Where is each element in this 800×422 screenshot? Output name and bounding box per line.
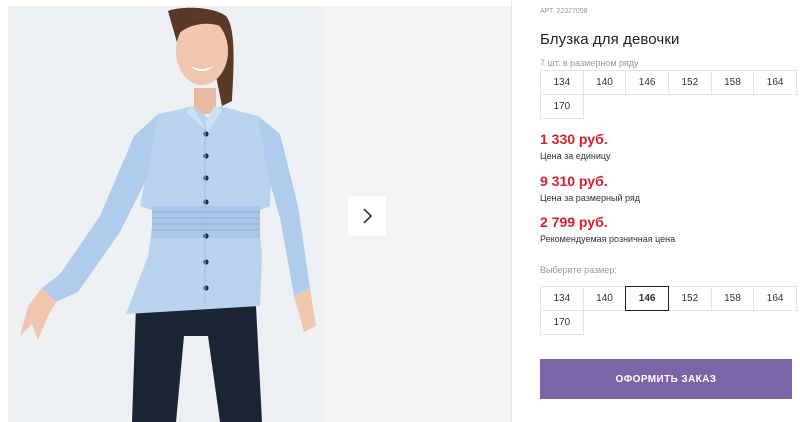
range-size-cell: 164: [753, 70, 797, 95]
range-size-cell: 146: [625, 70, 669, 95]
panel-divider: [511, 0, 512, 422]
size-selector: 134 140 146 152 158 164 170: [540, 286, 797, 335]
size-option[interactable]: 164: [753, 286, 797, 311]
size-range-grid: 134 140 146 152 158 164 170: [540, 70, 797, 119]
retail-price: 2 799 руб.: [540, 214, 608, 230]
range-price: 9 310 руб.: [540, 173, 608, 189]
size-option[interactable]: 134: [540, 286, 584, 311]
range-price-label: Цена за размерный ряд: [540, 193, 641, 203]
range-size-cell: 140: [582, 70, 627, 95]
chevron-right-icon: [363, 208, 373, 224]
girl-in-blouse-image: [8, 6, 324, 422]
retail-price-label: Рекомендуемая розничная цена: [540, 234, 676, 244]
range-size-cell: 134: [540, 70, 584, 95]
sku-value: 22327058: [556, 8, 588, 15]
sku-label: АРТ.: [540, 8, 555, 15]
size-option[interactable]: 152: [667, 286, 712, 311]
size-option[interactable]: 158: [710, 286, 755, 311]
size-option-selected[interactable]: 146: [625, 286, 669, 311]
next-image-button[interactable]: [348, 196, 386, 236]
range-size-cell: 170: [540, 94, 584, 119]
range-size-cell: 158: [710, 70, 755, 95]
unit-price: 1 330 руб.: [540, 131, 608, 147]
product-gallery: [0, 0, 512, 422]
size-option[interactable]: 140: [582, 286, 627, 311]
unit-price-label: Цена за единицу: [540, 151, 611, 161]
sku: АРТ. 22327058: [540, 8, 588, 15]
choose-size-label: Выберите размер:: [540, 265, 617, 275]
range-size-cell: 152: [667, 70, 712, 95]
product-title: Блузка для девочки: [540, 31, 680, 48]
size-range-note: 7 шт. в размерном ряду: [540, 58, 639, 68]
place-order-button[interactable]: ОФОРМИТЬ ЗАКАЗ: [540, 359, 792, 399]
size-option[interactable]: 170: [540, 310, 584, 335]
product-photo[interactable]: [8, 6, 324, 422]
